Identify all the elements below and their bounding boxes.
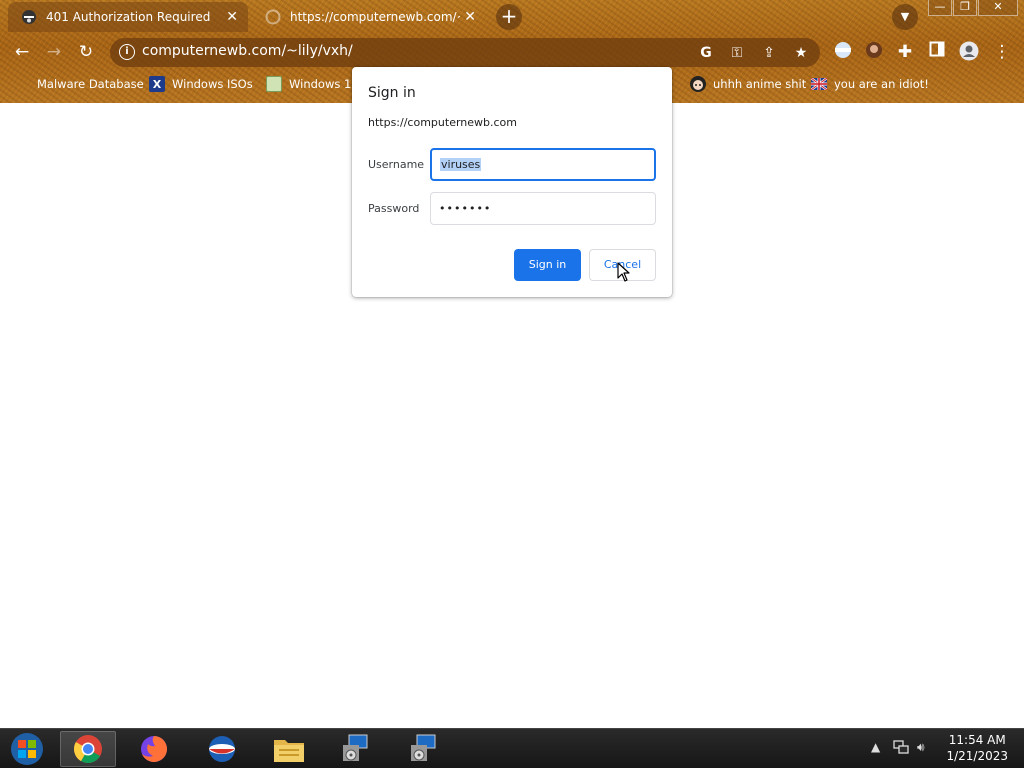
menu-kebab-icon[interactable]: ⋮ [991,41,1013,63]
clock-date: 1/21/2023 [946,749,1008,763]
clock-time: 11:54 AM [948,733,1006,747]
bookmark-star-icon[interactable]: ★ [791,43,811,63]
side-panel-icon[interactable] [926,41,948,63]
url-text[interactable]: computernewb.com/~lily/vxh/ [142,43,353,59]
chrome-icon[interactable] [60,731,116,767]
bookmark-windows-isos[interactable]: X Windows ISOs [149,75,253,93]
network-icon[interactable] [893,740,909,757]
password-value: ••••••• [439,202,492,215]
image-icon [266,76,282,92]
site-info-icon[interactable]: i [119,44,135,60]
setup-installer-icon[interactable] [395,731,451,767]
dialog-title: Sign in [368,85,416,101]
address-bar[interactable]: i computernewb.com/~lily/vxh/ G ⚿ ⇪ ★ [110,38,820,67]
bookmark-label: you are an idiot! [834,77,929,91]
bookmark-label: uhhh anime shit [713,77,807,91]
volume-icon[interactable]: 🔊︎ [917,740,925,755]
file-explorer-icon[interactable] [261,731,317,767]
opera-icon[interactable] [194,731,250,767]
bookmark-malware-database[interactable]: Malware Database [14,75,144,93]
tab-401-authorization[interactable]: 401 Authorization Required ✕ [8,2,248,32]
tab-title: 401 Authorization Required [46,10,211,24]
spy-favicon-icon [20,8,38,26]
clock[interactable]: 11:54 AM 1/21/2023 [946,732,1008,764]
bookmark-windows-11[interactable]: Windows 11 [266,75,359,93]
tab-close-icon[interactable]: ✕ [226,9,238,25]
bookmark-you-are-an-idiot[interactable]: you are an idiot! [811,75,929,93]
tab-title: https://computernewb.com/~lily/ [290,10,460,24]
extension-flag-icon[interactable] [832,41,854,63]
restore-button[interactable]: ❐ [953,0,977,16]
tab-close-icon[interactable]: ✕ [464,9,476,25]
extension-avatar-icon[interactable] [863,41,885,63]
password-field[interactable]: ••••••• [430,192,656,225]
new-tab-button[interactable]: + [496,4,522,30]
username-field[interactable]: viruses [430,148,656,181]
start-orb-icon[interactable] [0,731,54,767]
key-icon[interactable]: ⚿ [727,43,747,63]
anime-face-icon [690,76,706,92]
bookmark-label: Windows 11 [289,77,359,91]
username-value: viruses [440,158,482,171]
tab-computernewb[interactable]: https://computernewb.com/~lily/ ✕ [252,2,486,32]
forward-arrow-icon[interactable]: → [43,41,65,63]
setup-installer-icon[interactable] [327,731,383,767]
username-label: Username [368,158,425,171]
uk-flag-icon [811,76,827,92]
show-hidden-icons-chevron-icon[interactable]: ▲ [871,740,880,754]
x-logo-icon: X [149,76,165,92]
dialog-origin: https://computernewb.com [368,116,517,129]
loading-globe-icon [264,8,282,26]
bookmark-label: Malware Database [37,77,144,91]
back-arrow-icon[interactable]: ← [11,41,33,63]
mouse-cursor-icon [617,262,630,282]
share-icon[interactable]: ⇪ [759,43,779,63]
sign-in-button[interactable]: Sign in [514,249,581,281]
close-window-button[interactable]: ✕ [978,0,1018,16]
firefox-icon[interactable] [126,731,182,767]
profile-icon[interactable] [958,41,980,63]
google-lens-icon[interactable]: G [696,43,716,63]
bookmark-anime[interactable]: uhhh anime shit [690,75,806,93]
extensions-puzzle-icon[interactable]: ✚ [894,41,916,63]
reload-icon[interactable]: ↻ [75,41,97,63]
minimize-button[interactable]: — [928,0,952,16]
bookmark-label: Windows ISOs [172,77,253,91]
password-label: Password [368,202,420,215]
tab-search-chevron-icon[interactable]: ▼ [892,4,918,30]
skull-icon [14,76,30,92]
